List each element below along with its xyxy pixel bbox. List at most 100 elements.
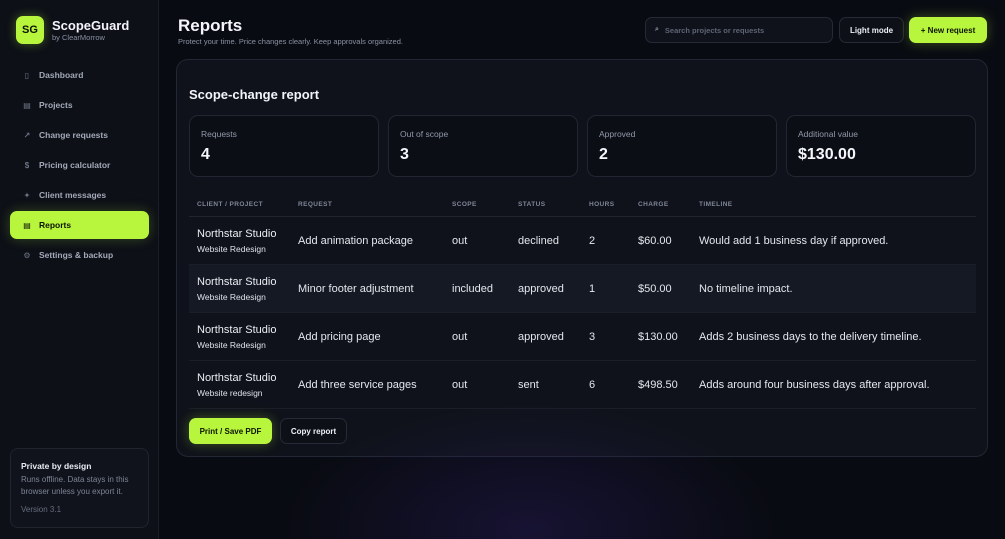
charge-cell: $498.50	[638, 378, 678, 391]
report-table: CLIENT / PROJECT REQUEST SCOPE STATUS HO…	[189, 193, 976, 409]
status-cell: approved	[518, 282, 564, 295]
privacy-text: Runs offline. Data stays in this browser…	[21, 475, 129, 496]
sidebar-item-reports[interactable]: ▤ Reports	[10, 211, 149, 239]
print-save-pdf-button[interactable]: Print / Save PDF	[189, 418, 272, 444]
hours-cell: 3	[589, 330, 596, 343]
sidebar-item-pricing-calculator[interactable]: $ Pricing calculator	[10, 151, 149, 179]
request-cell: Minor footer adjustment	[298, 282, 414, 295]
charge-cell: $60.00	[638, 234, 672, 247]
app-byline: by ClearMorrow	[52, 32, 105, 42]
arrow-icon: ↗	[23, 130, 31, 140]
privacy-card: Private by design Runs offline. Data sta…	[10, 448, 149, 528]
sidebar-item-label: Change requests	[39, 130, 108, 140]
scope-cell: out	[452, 234, 468, 247]
column-header: SCOPE	[452, 201, 477, 208]
version-label: Version 3.1	[21, 505, 62, 514]
search-icon: ⌕	[655, 26, 659, 33]
hours-cell: 1	[589, 282, 596, 295]
status-cell: declined	[518, 234, 559, 247]
sidebar-nav: ▯ Dashboard ▤ Projects ↗ Change requests…	[10, 61, 149, 271]
sidebar-item-label: Settings & backup	[39, 250, 114, 260]
sidebar-item-label: Pricing calculator	[39, 160, 111, 170]
client-cell: Northstar Studio Website redesign	[189, 371, 298, 399]
hours-cell: 6	[589, 378, 596, 391]
timeline-cell: Adds 2 business days to the delivery tim…	[699, 330, 922, 343]
brand-text: ScopeGuard by ClearMorrow	[52, 18, 129, 43]
message-icon: ✦	[23, 190, 31, 200]
timeline-cell: Would add 1 business day if approved.	[699, 234, 889, 247]
project-name: Website Redesign	[197, 291, 266, 302]
stat-additional-value: Additional value $130.00	[786, 115, 976, 177]
status-cell: sent	[518, 378, 539, 391]
hours-cell: 2	[589, 234, 596, 247]
table-row[interactable]: Northstar Studio Website Redesign Minor …	[189, 265, 976, 313]
sidebar-item-change-requests[interactable]: ↗ Change requests	[10, 121, 149, 149]
table-row[interactable]: Northstar Studio Website redesign Add th…	[189, 361, 976, 409]
column-header: STATUS	[518, 201, 546, 208]
sidebar-item-settings-backup[interactable]: ⚙ Settings & backup	[10, 241, 149, 269]
copy-report-button[interactable]: Copy report	[280, 418, 347, 444]
light-mode-button[interactable]: Light mode	[839, 17, 904, 43]
scope-cell: out	[452, 330, 468, 343]
stat-value: 4	[201, 146, 210, 163]
stat-value: $130.00	[798, 146, 856, 163]
report-icon: ▤	[23, 220, 31, 230]
sidebar-item-projects[interactable]: ▤ Projects	[10, 91, 149, 119]
sidebar-item-label: Client messages	[39, 190, 107, 200]
column-header: CLIENT / PROJECT	[197, 201, 263, 208]
sidebar: SG ScopeGuard by ClearMorrow ▯ Dashboard…	[0, 0, 159, 539]
column-header: HOURS	[589, 201, 615, 208]
stat-requests: Requests 4	[189, 115, 379, 177]
stat-label: Additional value	[798, 129, 859, 139]
column-header: REQUEST	[298, 201, 333, 208]
stat-label: Approved	[599, 129, 636, 139]
client-cell: Northstar Studio Website Redesign	[189, 275, 298, 303]
client-name: Northstar Studio	[197, 275, 277, 288]
search-input[interactable]: ⌕ Search projects or requests	[645, 17, 833, 43]
search-placeholder: Search projects or requests	[664, 25, 765, 35]
column-header: CHARGE	[638, 201, 669, 208]
client-name: Northstar Studio	[197, 323, 277, 336]
page-title: Reports	[178, 16, 243, 35]
gear-icon: ⚙	[23, 250, 31, 260]
charge-cell: $50.00	[638, 282, 672, 295]
report-title: Scope-change report	[189, 87, 320, 102]
request-cell: Add three service pages	[298, 378, 417, 391]
stat-label: Requests	[201, 129, 237, 139]
table-row[interactable]: Northstar Studio Website Redesign Add pr…	[189, 313, 976, 361]
timeline-cell: Adds around four business days after app…	[699, 378, 930, 391]
sidebar-item-label: Reports	[39, 220, 72, 230]
charge-cell: $130.00	[638, 330, 678, 343]
dollar-icon: $	[24, 160, 30, 170]
sidebar-item-dashboard[interactable]: ▯ Dashboard	[10, 61, 149, 89]
folder-icon: ▤	[23, 100, 31, 110]
status-cell: approved	[518, 330, 564, 343]
stat-value: 2	[599, 146, 608, 163]
brand[interactable]: SG ScopeGuard by ClearMorrow	[16, 16, 129, 44]
column-header: TIMELINE	[699, 201, 733, 208]
grid-icon: ▯	[24, 70, 30, 80]
client-cell: Northstar Studio Website Redesign	[189, 227, 298, 255]
new-request-button[interactable]: + New request	[909, 17, 987, 43]
project-name: Website Redesign	[197, 243, 266, 254]
stat-approved: Approved 2	[587, 115, 777, 177]
project-name: Website redesign	[197, 387, 263, 398]
sidebar-item-client-messages[interactable]: ✦ Client messages	[10, 181, 149, 209]
timeline-cell: No timeline impact.	[699, 282, 793, 295]
sidebar-item-label: Projects	[39, 100, 73, 110]
logo: SG	[16, 16, 44, 44]
table-header: CLIENT / PROJECT REQUEST SCOPE STATUS HO…	[189, 193, 976, 217]
sidebar-item-label: Dashboard	[39, 70, 84, 80]
page-subtitle: Protect your time. Price changes clearly…	[178, 37, 403, 46]
scope-cell: included	[452, 282, 493, 295]
privacy-title: Private by design	[21, 461, 92, 471]
project-name: Website Redesign	[197, 339, 266, 350]
app-name: ScopeGuard	[52, 17, 130, 33]
client-name: Northstar Studio	[197, 227, 277, 240]
table-row[interactable]: Northstar Studio Website Redesign Add an…	[189, 217, 976, 265]
stat-value: 3	[400, 146, 409, 163]
request-cell: Add pricing page	[298, 330, 381, 343]
client-name: Northstar Studio	[197, 371, 277, 384]
stat-out-of-scope: Out of scope 3	[388, 115, 578, 177]
report-card: Scope-change report Requests 4 Out of sc…	[176, 59, 988, 457]
